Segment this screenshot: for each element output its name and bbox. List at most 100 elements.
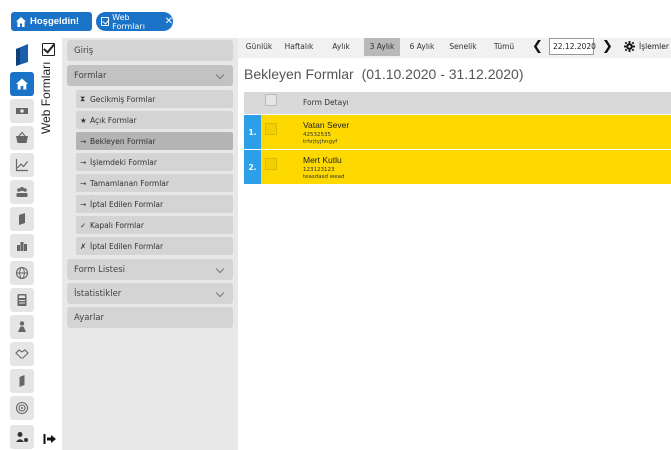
period-bar: Günlük Haftalık Aylık 3 Aylık 6 Aylık Se… — [238, 38, 671, 58]
top-bar: Hoşgeldin! Web Formları ✕ — [0, 0, 671, 38]
date-range: (01.10.2020 - 31.12.2020) — [361, 66, 524, 82]
column-header-form-detayi: Form Detayı — [303, 98, 349, 107]
home-icon — [16, 16, 26, 27]
menu-item-label: Tamamlanan Formlar — [90, 178, 169, 188]
row-detail-line1: 123123123 — [303, 167, 335, 173]
row-number: 2. — [244, 150, 261, 184]
module-column: Web Formları — [38, 38, 62, 450]
menu-item-bekleyen[interactable]: → Bekleyen Formlar — [76, 132, 233, 150]
menu-item-label: İptal Edilen Formlar — [90, 241, 164, 251]
row-name: Vatan Sever — [303, 120, 350, 130]
checkbox-icon — [101, 17, 110, 26]
menu-item-islemdeki[interactable]: → İşlemdeki Formlar — [76, 153, 233, 171]
menu-item-iptal-edilen-2[interactable]: ✗ İptal Edilen Formlar — [76, 237, 233, 255]
chevron-left-icon[interactable]: ❮ — [532, 39, 543, 55]
rail-target-button[interactable] — [10, 396, 34, 420]
row-detail-line2: trhrjtyjhngyf — [303, 139, 338, 145]
home-tab[interactable]: Hoşgeldin! — [11, 12, 92, 31]
check-icon: ✓ — [80, 220, 87, 230]
hourglass-icon: ⧗ — [80, 94, 86, 103]
row-detail-line2: teasdasd wead — [303, 174, 345, 180]
buildings-icon — [17, 242, 27, 251]
menu-formlar[interactable]: Formlar — [67, 65, 233, 86]
menu-item-acik[interactable]: ★ Açık Formlar — [76, 111, 233, 129]
menu-istatistikler[interactable]: İstatistikler — [67, 283, 233, 304]
page-title: Bekleyen Formlar (01.10.2020 - 31.12.202… — [244, 66, 524, 82]
money-icon — [16, 108, 28, 114]
menu-item-label: Açık Formlar — [90, 115, 137, 125]
select-all-checkbox[interactable] — [265, 94, 277, 106]
date-input[interactable]: 22.12.2020 — [549, 38, 596, 55]
rail-handshake-button[interactable] — [10, 342, 34, 366]
menu-item-label: Bekleyen Formlar — [90, 136, 156, 146]
row-number: 1. — [244, 115, 261, 149]
rail-home-button[interactable] — [10, 72, 34, 96]
tab-label: Web Formları — [112, 12, 145, 31]
period-aylik[interactable]: Aylık — [325, 38, 357, 56]
logout-icon[interactable] — [43, 433, 57, 445]
menu-istatistikler-label: İstatistikler — [74, 288, 122, 299]
rail-user-settings-button[interactable] — [10, 425, 34, 449]
period-tumu[interactable]: Tümü — [488, 38, 520, 56]
menu-ayarlar-label: Ayarlar — [74, 312, 105, 323]
menu-form-listesi-label: Form Listesi — [74, 264, 125, 275]
period-3-aylik[interactable]: 3 Aylık — [364, 38, 400, 56]
rail-users-button[interactable] — [10, 180, 34, 204]
rail-basket-button[interactable] — [10, 126, 34, 150]
chevron-down-icon — [215, 288, 225, 298]
table-row[interactable]: 1. Vatan Sever 42532535 trhrjtyjhngyf — [244, 115, 671, 149]
period-6-aylik[interactable]: 6 Aylık — [404, 38, 440, 56]
row-checkbox[interactable] — [265, 123, 277, 135]
tab-web-formlari[interactable]: Web Formları ✕ — [96, 12, 173, 31]
icon-rail — [0, 38, 38, 450]
chevron-down-icon — [215, 264, 225, 274]
rail-buildings-button[interactable] — [10, 234, 34, 258]
rail-globe-button[interactable] — [10, 261, 34, 285]
main-content: Günlük Haftalık Aylık 3 Aylık 6 Aylık Se… — [238, 38, 671, 450]
handshake-icon — [15, 349, 29, 359]
user-settings-icon — [16, 432, 28, 442]
menu-item-tamamlanan[interactable]: → Tamamlanan Formlar — [76, 174, 233, 192]
period-gunluk[interactable]: Günlük — [241, 38, 277, 56]
close-icon[interactable]: ✕ — [165, 16, 173, 27]
arrow-right-icon: → — [80, 157, 87, 167]
menu-formlar-label: Formlar — [74, 70, 107, 81]
row-detail-line1: 42532535 — [303, 132, 331, 138]
side-menu: Giriş Formlar ⧗ Gecikmiş Formlar ★ Açık … — [62, 38, 238, 450]
chevron-right-icon[interactable]: ❯ — [602, 39, 613, 55]
menu-item-label: İptal Edilen Formlar — [90, 199, 164, 209]
row-checkbox[interactable] — [265, 158, 277, 170]
menu-item-iptal-edilen[interactable]: → İptal Edilen Formlar — [76, 195, 233, 213]
rail-calculator-button[interactable] — [10, 288, 34, 312]
period-haftalik[interactable]: Haftalık — [281, 38, 317, 56]
users-icon — [16, 187, 28, 197]
table-row[interactable]: 2. Mert Kutlu 123123123 teasdasd wead — [244, 150, 671, 184]
menu-item-kapali[interactable]: ✓ Kapalı Formlar — [76, 216, 233, 234]
rail-money-button[interactable] — [10, 99, 34, 123]
table-header: Form Detayı — [244, 92, 671, 114]
chevron-down-icon — [215, 70, 225, 80]
arrow-right-icon: → — [80, 178, 87, 188]
home-icon — [16, 78, 28, 90]
arrow-right-icon: → — [80, 136, 87, 146]
rail-chart-button[interactable] — [10, 153, 34, 177]
menu-item-label: İşlemdeki Formlar — [90, 157, 157, 167]
gear-icon[interactable] — [624, 41, 635, 52]
file-icon — [19, 375, 25, 387]
menu-item-gecikmis[interactable]: ⧗ Gecikmiş Formlar — [76, 90, 233, 108]
module-title: Web Formları — [39, 62, 53, 135]
menu-item-label: Kapalı Formlar — [90, 220, 144, 230]
period-senelik[interactable]: Senelik — [444, 38, 482, 56]
menu-form-listesi[interactable]: Form Listesi — [67, 259, 233, 280]
target-icon — [15, 401, 29, 415]
rail-document-button[interactable] — [10, 207, 34, 231]
cross-icon: ✗ — [80, 241, 87, 251]
actions-button[interactable]: İşlemler — [639, 38, 669, 56]
rail-org-chart-button[interactable] — [10, 315, 34, 339]
rail-file-button[interactable] — [10, 369, 34, 393]
logo-icon — [16, 44, 28, 66]
menu-ayarlar[interactable]: Ayarlar — [67, 307, 233, 328]
arrow-right-icon: → — [80, 199, 87, 209]
page-title-text: Bekleyen Formlar — [244, 66, 354, 82]
menu-giris[interactable]: Giriş — [67, 40, 233, 61]
